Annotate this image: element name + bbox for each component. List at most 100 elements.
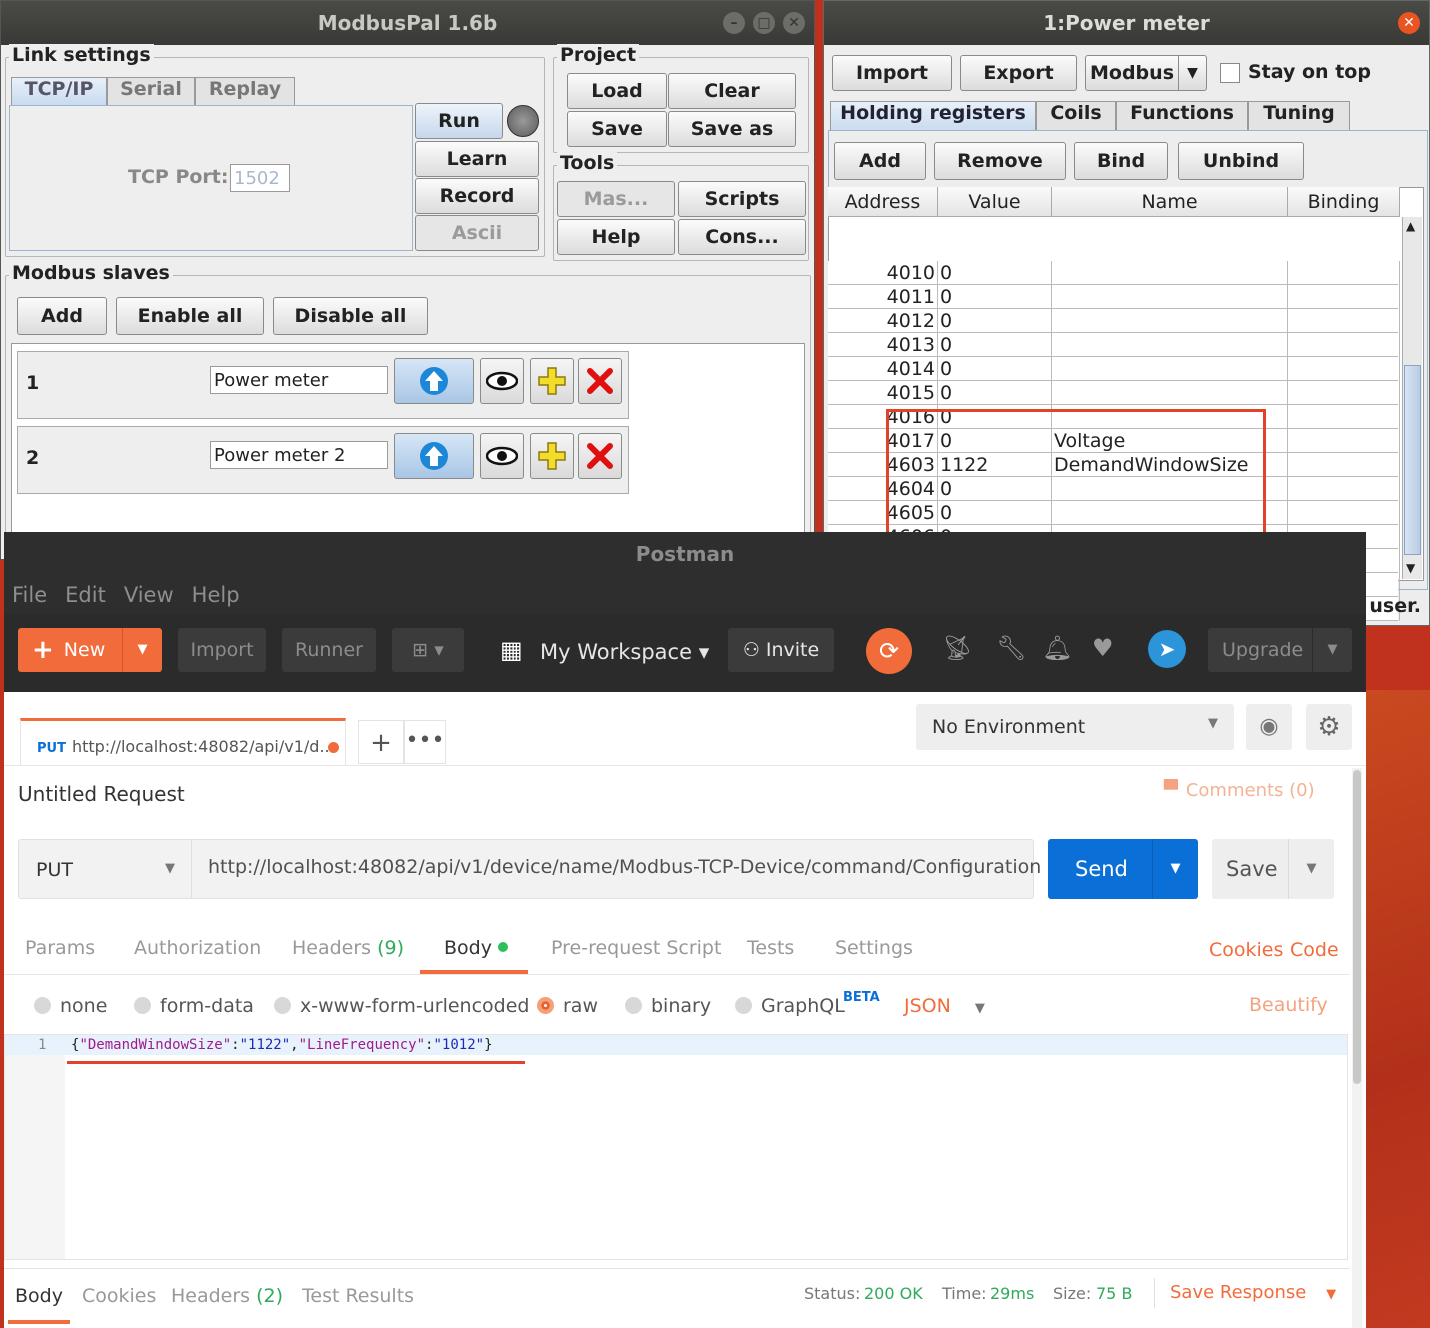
invite-button[interactable]: ⚇ Invite xyxy=(728,628,834,672)
menu-edit[interactable]: Edit xyxy=(65,583,106,607)
close-icon[interactable]: ✕ xyxy=(1398,12,1420,34)
send-button[interactable]: Send ▼ xyxy=(1048,839,1198,899)
response-tab-cookies[interactable]: Cookies xyxy=(82,1285,156,1307)
column-binding[interactable]: Binding xyxy=(1288,187,1400,217)
register-binding[interactable] xyxy=(1288,309,1400,333)
register-name[interactable] xyxy=(1052,381,1288,405)
import-button[interactable]: Import xyxy=(832,55,952,91)
column-address[interactable]: Address xyxy=(828,187,938,217)
menu-help[interactable]: Help xyxy=(192,583,240,607)
remove-register-button[interactable]: Remove xyxy=(934,142,1066,180)
register-binding[interactable] xyxy=(1288,429,1400,453)
learn-button[interactable]: Learn xyxy=(415,141,539,177)
clear-button[interactable]: Clear xyxy=(668,73,796,109)
view-slave-button[interactable] xyxy=(480,433,524,479)
run-button[interactable]: Run xyxy=(415,103,503,139)
tab-replay[interactable]: Replay xyxy=(195,77,295,105)
duplicate-slave-button[interactable] xyxy=(530,433,574,479)
add-register-button[interactable]: Add xyxy=(834,142,926,180)
gear-icon[interactable]: ⚙ xyxy=(1306,704,1352,750)
register-value[interactable]: 0 xyxy=(938,381,1052,405)
radio-graphql[interactable]: GraphQL xyxy=(735,995,845,1017)
column-name[interactable]: Name xyxy=(1052,187,1288,217)
radio-urlencoded[interactable]: x-www-form-urlencoded xyxy=(274,995,529,1017)
register-binding[interactable] xyxy=(1288,357,1400,381)
register-name[interactable] xyxy=(1052,333,1288,357)
save-response-button[interactable]: Save Response ▼ xyxy=(1170,1282,1336,1303)
maximize-icon[interactable]: □ xyxy=(753,12,775,34)
register-address[interactable]: 4014 xyxy=(828,357,938,381)
tab-params[interactable]: Params xyxy=(25,937,95,959)
chevron-down-icon[interactable]: ▼ xyxy=(1312,628,1352,672)
environment-select[interactable]: No Environment ▼ xyxy=(916,704,1234,750)
register-binding[interactable] xyxy=(1288,261,1400,285)
register-name[interactable] xyxy=(1052,285,1288,309)
response-tab-headers[interactable]: Headers (2) xyxy=(171,1285,283,1307)
register-value[interactable]: 0 xyxy=(938,357,1052,381)
enable-slave-button[interactable] xyxy=(394,358,474,404)
register-binding[interactable] xyxy=(1288,501,1400,525)
view-slave-button[interactable] xyxy=(480,358,524,404)
register-binding[interactable] xyxy=(1288,381,1400,405)
add-slave-button[interactable]: Add xyxy=(17,297,107,335)
register-address[interactable]: 4010 xyxy=(828,261,938,285)
import-button[interactable]: Import xyxy=(178,628,266,672)
response-tab-body[interactable]: Body xyxy=(15,1285,63,1307)
register-row[interactable]: 4013 0 xyxy=(828,333,1400,357)
satellite-icon[interactable]: 📡︎ xyxy=(942,634,972,662)
stay-on-top-checkbox[interactable] xyxy=(1220,63,1240,83)
radio-binary[interactable]: binary xyxy=(625,995,711,1017)
upgrade-button[interactable]: Upgrade ▼ xyxy=(1208,628,1352,672)
response-tab-test-results[interactable]: Test Results xyxy=(302,1285,414,1307)
new-window-button[interactable]: ⊞ ▾ xyxy=(392,628,464,672)
save-request-button[interactable]: Save ▼ xyxy=(1212,839,1334,899)
register-value[interactable]: 0 xyxy=(938,261,1052,285)
radio-form-data[interactable]: form-data xyxy=(134,995,254,1017)
tab-serial[interactable]: Serial xyxy=(107,77,195,105)
register-binding[interactable] xyxy=(1288,453,1400,477)
tab-authorization[interactable]: Authorization xyxy=(134,937,261,959)
method-select[interactable]: PUT ▼ xyxy=(18,839,192,899)
bell-icon[interactable]: 🔔︎ xyxy=(1042,634,1072,662)
duplicate-slave-button[interactable] xyxy=(530,358,574,404)
register-row[interactable]: 4014 0 xyxy=(828,357,1400,381)
url-input[interactable]: http://localhost:48082/api/v1/device/nam… xyxy=(208,856,1041,878)
page-scrollbar-thumb[interactable] xyxy=(1353,770,1361,1084)
tab-holding-registers[interactable]: Holding registers xyxy=(830,101,1036,131)
radio-none[interactable]: none xyxy=(34,995,107,1017)
bind-button[interactable]: Bind xyxy=(1074,142,1168,180)
wrench-icon[interactable]: 🔧︎ xyxy=(996,634,1026,662)
master-button[interactable]: Mas... xyxy=(557,181,675,217)
save-button[interactable]: Save xyxy=(567,111,667,147)
tab-settings[interactable]: Settings xyxy=(835,937,913,959)
delete-slave-button[interactable] xyxy=(578,433,622,479)
new-button[interactable]: + New ▼ xyxy=(18,628,162,672)
scripts-button[interactable]: Scripts xyxy=(678,181,806,217)
menu-file[interactable]: File xyxy=(12,583,47,607)
profile-avatar-icon[interactable]: ➤ xyxy=(1148,630,1186,668)
runner-button[interactable]: Runner xyxy=(282,628,376,672)
chevron-down-icon[interactable]: ▼ xyxy=(122,628,162,672)
register-binding[interactable] xyxy=(1288,477,1400,501)
register-binding[interactable] xyxy=(1288,285,1400,309)
register-address[interactable]: 4011 xyxy=(828,285,938,309)
chevron-down-icon[interactable]: ▼ xyxy=(1152,839,1198,899)
table-scrollbar[interactable]: ▲ ▼ xyxy=(1402,217,1422,579)
column-value[interactable]: Value xyxy=(938,187,1052,217)
request-tab[interactable]: PUT http://localhost:48082/api/v1/d... xyxy=(20,718,346,766)
register-name[interactable] xyxy=(1052,261,1288,285)
sync-icon[interactable]: ⟳ xyxy=(866,628,912,674)
tcp-port-input[interactable]: 1502 xyxy=(230,164,290,192)
cookies-link[interactable]: Cookies xyxy=(1209,939,1283,961)
unbind-button[interactable]: Unbind xyxy=(1178,142,1304,180)
protocol-select[interactable]: Modbus ▼ xyxy=(1085,55,1207,91)
save-as-button[interactable]: Save as xyxy=(668,111,796,147)
register-row[interactable]: 4011 0 xyxy=(828,285,1400,309)
tab-tuning[interactable]: Tuning xyxy=(1248,101,1350,131)
register-row[interactable]: 4015 0 xyxy=(828,381,1400,405)
console-button[interactable]: Cons... xyxy=(678,219,806,255)
load-button[interactable]: Load xyxy=(567,73,667,109)
page-scrollbar[interactable] xyxy=(1352,768,1362,1328)
register-value[interactable]: 0 xyxy=(938,285,1052,309)
heart-icon[interactable]: ♥ xyxy=(1092,634,1114,662)
